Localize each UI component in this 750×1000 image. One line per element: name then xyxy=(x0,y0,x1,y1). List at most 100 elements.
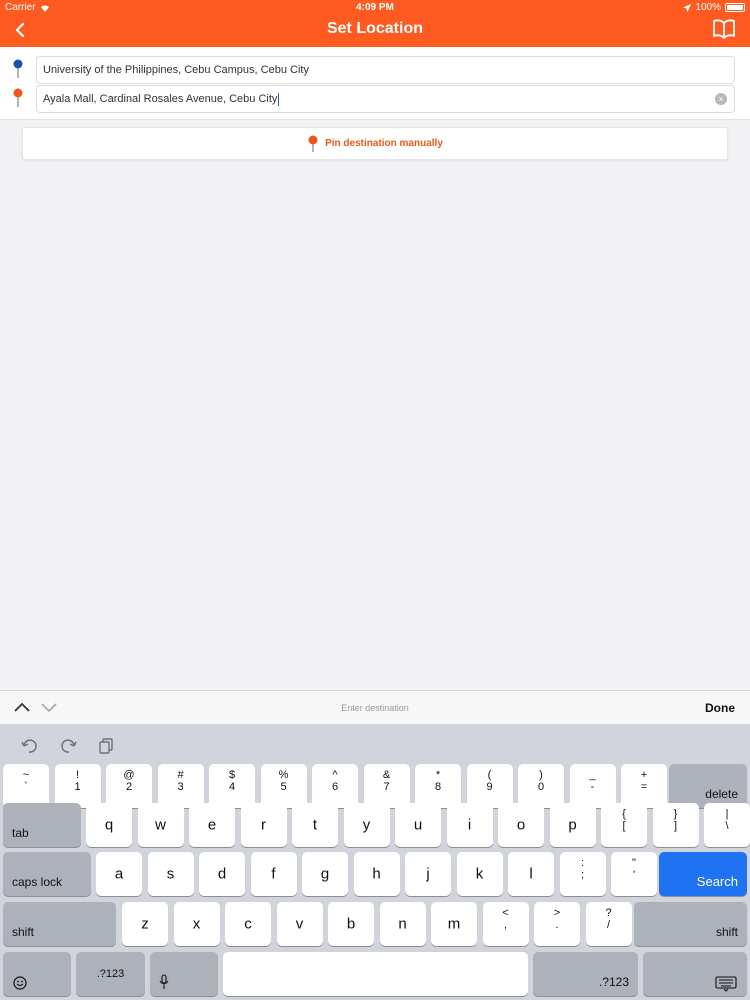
number-key-10[interactable]: ) 0 xyxy=(518,764,564,808)
hide-keyboard-key[interactable] xyxy=(643,952,747,996)
number-key-9[interactable]: (9 xyxy=(466,764,513,808)
key-t-label: t xyxy=(312,816,318,834)
symbol-key-q-1[interactable]: }] xyxy=(652,803,699,847)
done-button[interactable]: Done xyxy=(705,691,735,725)
number-key-5[interactable]: % 5 xyxy=(260,764,307,808)
search-key[interactable]: Search xyxy=(659,852,747,896)
key-e[interactable]: e xyxy=(189,803,235,847)
key-t[interactable]: t xyxy=(292,803,338,847)
tab-key[interactable]: tab xyxy=(3,803,81,847)
key-h[interactable]: h xyxy=(353,852,400,896)
origin-field[interactable]: University of the Philippines, Cebu Camp… xyxy=(36,56,735,84)
origin-value: University of the Philippines, Cebu Camp… xyxy=(43,64,309,76)
left-shift-key[interactable]: shift xyxy=(3,902,116,946)
number-key-6-labels: ^ 6 xyxy=(312,769,358,793)
number-key-7-labels: & 7 xyxy=(364,769,410,793)
key-x-label: x xyxy=(192,915,201,933)
key-z[interactable]: z xyxy=(122,902,168,946)
number-key-12-shift-label: + xyxy=(640,769,648,781)
number-key-10-shift-label: ) xyxy=(539,769,543,781)
origin-row: University of the Philippines, Cebu Camp… xyxy=(0,56,750,84)
undo-icon[interactable] xyxy=(20,738,38,754)
key-k[interactable]: k xyxy=(456,852,503,896)
number-key-0[interactable]: ~ ` xyxy=(3,764,49,808)
key-f-label: f xyxy=(271,865,276,883)
destination-field[interactable]: Ayala Mall, Cardinal Rosales Avenue, Ceb… xyxy=(36,85,735,113)
number-key-5-shift-label: % xyxy=(278,769,289,781)
number-key-6-base-label: 6 xyxy=(331,781,339,793)
symbol-key-q-2[interactable]: | \ xyxy=(704,803,750,847)
number-key-1-shift-label: ! xyxy=(75,769,80,781)
dictation-key[interactable] xyxy=(150,952,218,996)
key-r[interactable]: r xyxy=(240,803,287,847)
symbol-key-a-0[interactable]: :; xyxy=(559,852,606,896)
delete-key[interactable]: delete xyxy=(669,764,747,808)
numbers-key-right[interactable]: .?123 xyxy=(533,952,638,996)
key-a[interactable]: a xyxy=(96,852,142,896)
symbol-key-z-2[interactable]: ? / xyxy=(585,902,632,946)
number-key-3[interactable]: #3 xyxy=(157,764,204,808)
key-n[interactable]: n xyxy=(379,902,426,946)
key-v[interactable]: v xyxy=(276,902,323,946)
symbol-key-a-1-shift-label: " xyxy=(632,857,636,869)
number-key-4[interactable]: $4 xyxy=(209,764,255,808)
symbol-key-q-1-base-label: ] xyxy=(673,820,678,832)
number-key-11-base-label: - xyxy=(590,781,595,793)
number-key-11-shift-label: _ xyxy=(589,769,596,781)
key-r-label: r xyxy=(261,816,266,834)
key-g[interactable]: g xyxy=(302,852,348,896)
symbol-key-q-2-base-label: \ xyxy=(725,820,729,832)
paste-icon[interactable] xyxy=(98,738,116,754)
number-key-1[interactable]: ! 1 xyxy=(54,764,101,808)
key-s[interactable]: s xyxy=(147,852,194,896)
key-m[interactable]: m xyxy=(431,902,477,946)
key-b[interactable]: b xyxy=(328,902,374,946)
key-u-label: u xyxy=(413,816,423,834)
symbol-key-z-1[interactable]: >. xyxy=(534,902,580,946)
shift-label: shift xyxy=(12,925,35,939)
right-shift-key[interactable]: shift xyxy=(634,902,747,946)
key-q[interactable]: q xyxy=(86,803,132,847)
key-x[interactable]: x xyxy=(173,902,220,946)
number-key-7[interactable]: & 7 xyxy=(363,764,410,808)
number-key-8[interactable]: * 8 xyxy=(415,764,461,808)
number-key-1-base-label: 1 xyxy=(74,781,81,793)
key-f[interactable]: f xyxy=(250,852,297,896)
clear-destination-button[interactable]: × xyxy=(715,93,727,105)
key-b-label: b xyxy=(346,915,356,933)
redo-icon[interactable] xyxy=(60,738,78,754)
caps-lock-key[interactable]: caps lock xyxy=(3,852,91,896)
key-c[interactable]: c xyxy=(225,902,271,946)
symbol-key-q-0-shift-label: { xyxy=(622,808,626,820)
map-pin-icon xyxy=(308,135,318,152)
key-j[interactable]: j xyxy=(405,852,451,896)
destination-pin-icon xyxy=(13,88,23,107)
space-bar[interactable] xyxy=(223,952,528,996)
key-w[interactable]: w xyxy=(137,803,184,847)
number-key-2[interactable]: @2 xyxy=(106,764,152,808)
key-y[interactable]: y xyxy=(343,803,390,847)
pin-destination-button[interactable]: Pin destination manually xyxy=(22,127,728,160)
symbol-key-z-0[interactable]: <, xyxy=(482,902,529,946)
number-key-10-base-label: 0 xyxy=(537,781,545,793)
key-d[interactable]: d xyxy=(199,852,245,896)
book-button[interactable] xyxy=(712,19,736,41)
search-label: Search xyxy=(696,874,738,889)
symbol-key-z-2-shift-label: ? xyxy=(605,907,612,919)
numbers-key-label: .?123 xyxy=(598,975,629,989)
key-z-label: z xyxy=(141,915,149,933)
emoji-key[interactable] xyxy=(3,952,71,996)
key-l[interactable]: l xyxy=(508,852,554,896)
number-key-6[interactable]: ^ 6 xyxy=(312,764,358,808)
number-key-11[interactable]: _ - xyxy=(569,764,616,808)
symbol-key-a-0-base-label: ; xyxy=(580,869,585,881)
key-o[interactable]: o xyxy=(498,803,544,847)
numbers-key-left[interactable]: .?123 xyxy=(76,952,145,996)
key-p[interactable]: p xyxy=(549,803,596,847)
key-i[interactable]: i xyxy=(446,803,493,847)
number-key-12[interactable]: + = xyxy=(621,764,667,808)
key-u[interactable]: u xyxy=(395,803,441,847)
symbol-key-q-0[interactable]: {[ xyxy=(601,803,647,847)
symbol-key-a-1[interactable]: " ' xyxy=(611,852,657,896)
key-m-label: m xyxy=(447,915,461,933)
